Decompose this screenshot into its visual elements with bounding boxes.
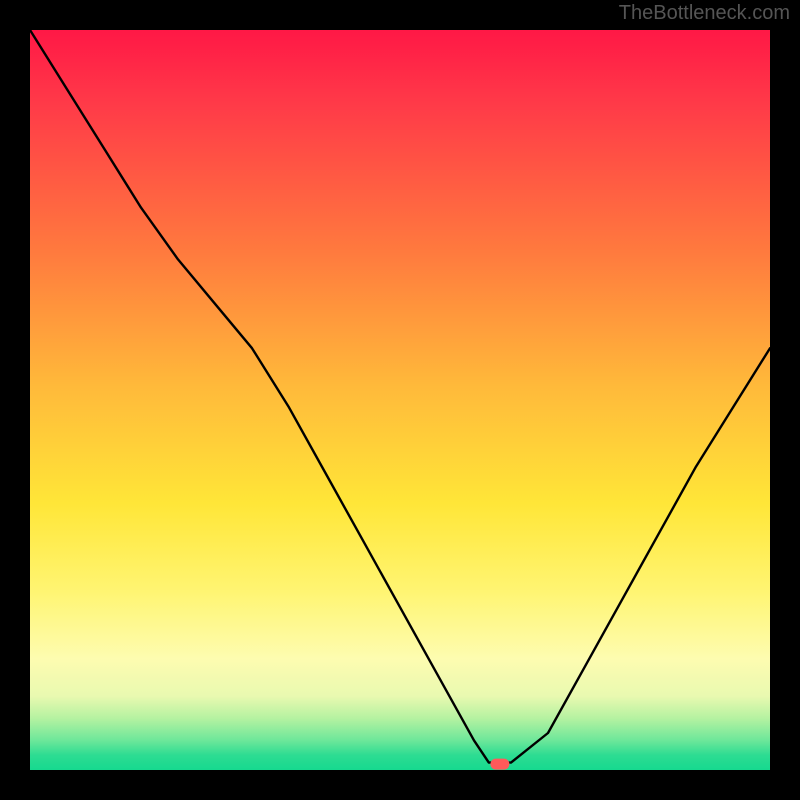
plot-area bbox=[30, 30, 770, 770]
chart-frame: TheBottleneck.com bbox=[0, 0, 800, 800]
bottleneck-curve bbox=[30, 30, 770, 763]
watermark-text: TheBottleneck.com bbox=[619, 2, 790, 25]
optimal-point-marker bbox=[491, 759, 509, 769]
curve-svg bbox=[30, 30, 770, 770]
